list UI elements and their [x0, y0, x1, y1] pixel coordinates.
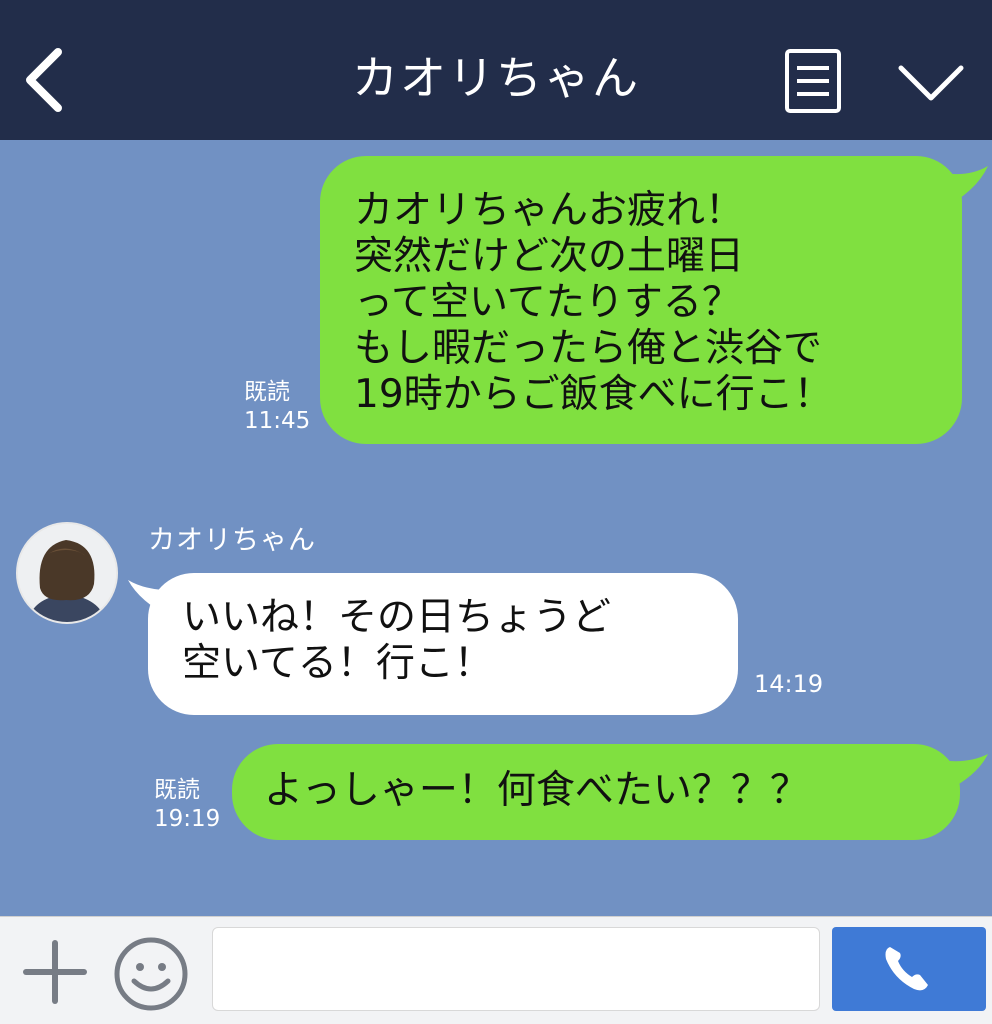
chevron-down-icon — [898, 65, 964, 101]
message-meta: 既読 11:45 — [244, 378, 310, 436]
outgoing-message-bubble[interactable]: カオリちゃんお疲れ！ 突然だけど次の土曜日 って空いてたりする？ もし暇だったら… — [320, 156, 962, 444]
emoji-button[interactable] — [112, 935, 190, 1013]
message-text: よっしゃー！何食べたい？？？ — [264, 768, 809, 813]
plus-icon — [23, 940, 87, 1004]
chevron-left-icon — [26, 48, 62, 112]
menu-button[interactable] — [784, 48, 842, 114]
chat-area[interactable]: カオリちゃんお疲れ！ 突然だけど次の土曜日 って空いてたりする？ もし暇だったら… — [0, 140, 992, 916]
add-attachment-button[interactable] — [22, 939, 88, 1005]
incoming-message-bubble[interactable]: いいね！その日ちょうど 空いてる！行こ！ — [148, 573, 738, 715]
read-receipt: 既読 — [154, 777, 200, 803]
back-button[interactable] — [18, 44, 74, 116]
menu-list-icon — [785, 49, 841, 113]
avatar[interactable] — [16, 522, 118, 624]
message-meta: 既読 19:19 — [154, 776, 220, 834]
chat-title: カオリちゃん — [352, 51, 640, 105]
message-time: 14:19 — [754, 670, 824, 698]
chat-header: カオリちゃん — [0, 0, 992, 140]
message-time: 19:19 — [154, 806, 221, 832]
sender-name: カオリちゃん — [148, 525, 316, 556]
bubble-tail — [930, 754, 988, 794]
phone-icon — [885, 947, 928, 991]
bubble-tail — [930, 166, 988, 210]
message-text: いいね！その日ちょうど 空いてる！行こ！ — [182, 595, 612, 686]
input-bar — [0, 916, 992, 1024]
avatar-photo-icon — [18, 524, 116, 622]
read-receipt: 既読 — [244, 379, 290, 405]
message-time: 11:45 — [244, 408, 311, 434]
call-button[interactable] — [832, 927, 986, 1011]
message-input[interactable] — [212, 927, 820, 1011]
collapse-button[interactable] — [896, 58, 966, 108]
outgoing-message-bubble[interactable]: よっしゃー！何食べたい？？？ — [232, 744, 960, 840]
message-text: カオリちゃんお疲れ！ 突然だけど次の土曜日 って空いてたりする？ もし暇だったら… — [354, 188, 833, 417]
smiley-icon — [114, 937, 188, 1011]
